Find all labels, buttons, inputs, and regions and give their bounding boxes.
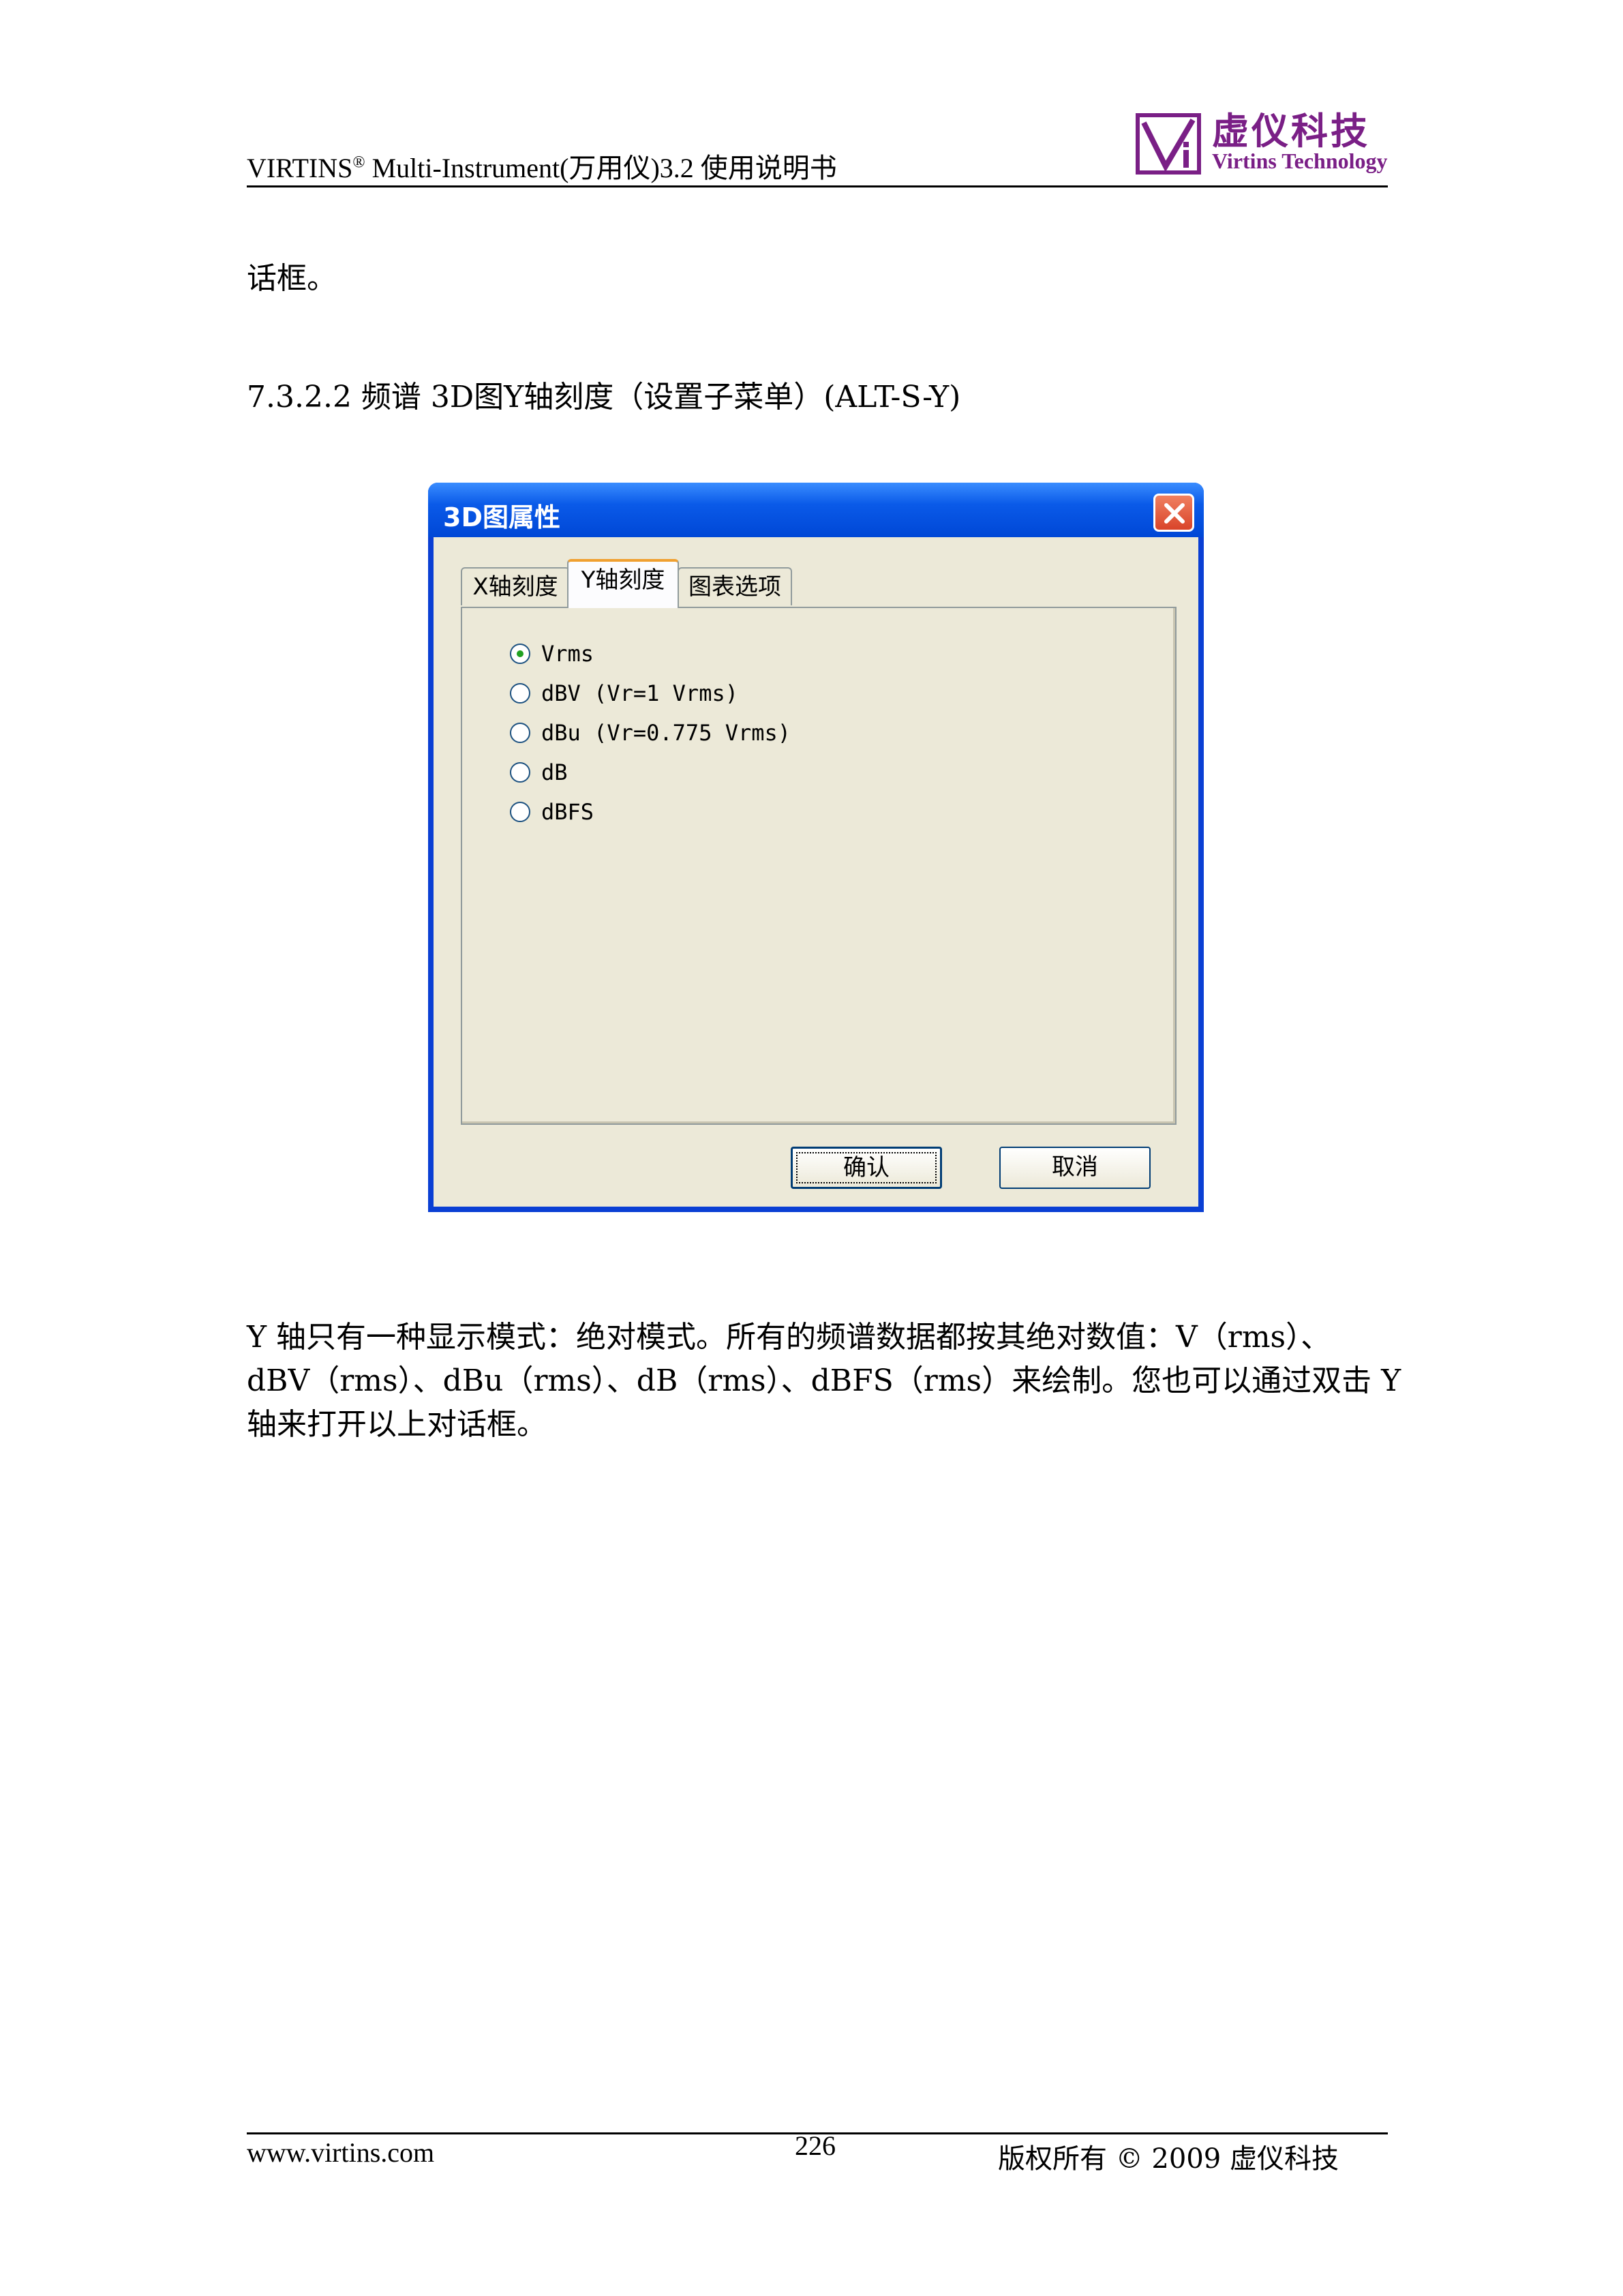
page-number: 226 [795,2130,836,2161]
body-paragraph: Y 轴只有一种显示模式：绝对模式。所有的频谱数据都按其绝对数值：V（rms）、 … [247,1316,1401,1447]
logo-mark-icon [1136,113,1201,175]
ok-button[interactable]: 确认 [791,1147,942,1189]
header-title: VIRTINS® Multi-Instrument(万用仪)3.2 使用说明书 [247,153,837,183]
dialog-3d-properties: 3D图属性 X轴刻度 Y轴刻度 图表选项 Vrms dBV (Vr=1 Vrms… [428,483,1204,1212]
logo-english-name: Virtins Technology [1212,149,1388,173]
paragraph-line: Y 轴只有一种显示模式：绝对模式。所有的频谱数据都按其绝对数值：V（rms）、 [247,1320,1331,1355]
dialog-client-area: X轴刻度 Y轴刻度 图表选项 Vrms dBV (Vr=1 Vrms) dBu … [434,537,1198,1207]
section-heading: 7.3.2.2 频谱 3D图Y轴刻度（设置子菜单）(ALT-S-Y) [247,380,961,414]
intro-fragment: 话框。 [247,261,337,296]
radio-label: dB [541,759,568,785]
paragraph-line: 轴来打开以上对话框。 [247,1407,547,1442]
radio-button-selected[interactable] [510,644,530,664]
tab-x-axis-scale[interactable]: X轴刻度 [461,567,570,605]
radio-button[interactable] [510,802,530,822]
page-header: VIRTINS® Multi-Instrument(万用仪)3.2 使用说明书 … [247,95,1388,190]
radio-button[interactable] [510,723,530,743]
header-rule [247,185,1388,187]
dialog-title: 3D图属性 [443,502,560,532]
company-logo: 虚仪科技 Virtins Technology [1136,101,1388,176]
registered-mark: ® [352,153,365,172]
tab-y-axis-scale[interactable]: Y轴刻度 [567,559,679,608]
radio-label: dBV (Vr=1 Vrms) [541,680,738,706]
paragraph-line: dBV（rms）、dBu（rms）、dB（rms）、dBFS（rms）来绘制。您… [247,1363,1401,1398]
logo-chinese-name: 虚仪科技 [1212,110,1370,153]
radio-label: Vrms [541,641,594,667]
radio-button[interactable] [510,683,530,704]
radio-label: dBFS [541,799,594,825]
radio-label: dBu (Vr=0.775 Vrms) [541,720,791,746]
radio-button[interactable] [510,762,530,783]
close-button[interactable] [1153,494,1194,532]
tab-panel-y-axis: Vrms dBV (Vr=1 Vrms) dBu (Vr=0.775 Vrms)… [461,607,1177,1125]
footer-copyright: 版权所有 © 2009 虚仪科技 [998,2143,1339,2175]
close-icon [1164,503,1185,524]
cancel-button[interactable]: 取消 [999,1147,1151,1189]
dialog-titlebar[interactable]: 3D图属性 [428,483,1204,537]
footer-website: www.virtins.com [247,2137,435,2168]
tab-chart-options[interactable]: 图表选项 [678,567,792,605]
